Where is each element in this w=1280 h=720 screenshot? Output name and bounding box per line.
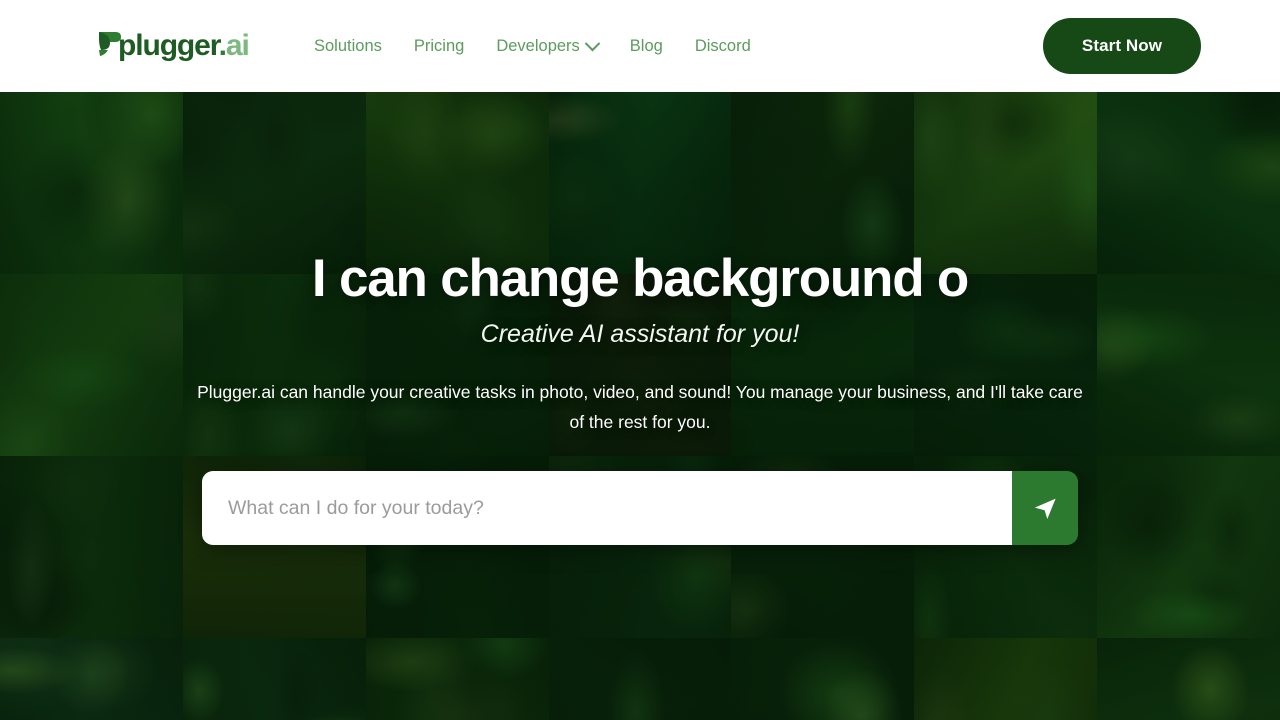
gallery-tile-art xyxy=(914,638,1098,720)
gallery-tile xyxy=(365,638,549,720)
nav-label-solutions: Solutions xyxy=(314,36,382,55)
gallery-tile-art xyxy=(0,92,183,274)
leaf-logo-icon xyxy=(96,29,122,63)
gallery-tile-art xyxy=(914,92,1098,274)
gallery-tile-art xyxy=(0,274,183,456)
hero-title: I can change background o xyxy=(311,249,969,308)
main-navigation: Solutions Pricing Developers Blog Discor… xyxy=(314,31,767,62)
gallery-tile xyxy=(182,92,366,274)
gallery-tile xyxy=(1097,274,1280,456)
nav-item-developers[interactable]: Developers xyxy=(480,31,613,62)
brand-logo-text: plugger.ai xyxy=(118,29,250,62)
send-paper-plane-icon xyxy=(1034,498,1056,519)
brand-logo[interactable]: plugger.ai xyxy=(96,24,250,68)
nav-label-blog: Blog xyxy=(629,36,663,55)
prompt-bar xyxy=(202,471,1078,546)
gallery-tile-art xyxy=(1097,638,1280,720)
gallery-tile xyxy=(548,638,732,720)
gallery-tile xyxy=(1097,92,1280,274)
gallery-tile xyxy=(731,92,915,274)
gallery-tile-art xyxy=(548,92,732,274)
gallery-tile xyxy=(914,638,1098,720)
gallery-tile-art xyxy=(182,638,366,720)
gallery-tile-art xyxy=(365,92,549,274)
nav-label-developers: Developers xyxy=(496,36,580,55)
gallery-tile-art xyxy=(1097,92,1280,274)
send-prompt-button[interactable] xyxy=(1012,471,1078,546)
chevron-down-icon xyxy=(584,35,601,51)
gallery-tile-art xyxy=(0,456,183,638)
nav-item-blog[interactable]: Blog xyxy=(614,31,679,62)
gallery-tile-art xyxy=(548,638,732,720)
nav-item-solutions[interactable]: Solutions xyxy=(314,31,398,62)
gallery-tile-art xyxy=(182,92,366,274)
gallery-tile xyxy=(1097,638,1280,720)
gallery-tile-art xyxy=(731,92,915,274)
nav-item-discord[interactable]: Discord xyxy=(679,31,767,62)
hero-description: Plugger.ai can handle your creative task… xyxy=(197,382,1083,433)
gallery-tile xyxy=(0,92,183,274)
hero-section: I can change background o Creative AI as… xyxy=(0,92,1280,720)
gallery-tile-art xyxy=(1097,456,1280,638)
gallery-tile-art xyxy=(0,638,183,720)
gallery-tile xyxy=(182,638,366,720)
gallery-tile xyxy=(365,92,549,274)
hero-subtitle: Creative AI assistant for you! xyxy=(480,320,800,349)
nav-label-pricing: Pricing xyxy=(413,36,465,55)
nav-item-pricing[interactable]: Pricing xyxy=(398,31,480,62)
gallery-tile xyxy=(731,638,915,720)
gallery-tile-art xyxy=(1097,274,1280,456)
gallery-tile-art xyxy=(731,638,915,720)
gallery-tile xyxy=(914,92,1098,274)
gallery-tile xyxy=(0,638,183,720)
gallery-tile xyxy=(548,92,732,274)
nav-label-discord: Discord xyxy=(694,36,751,55)
logo-text-ai: ai xyxy=(225,29,250,62)
logo-text-lugger: lugger xyxy=(135,29,220,62)
site-header: plugger.ai Solutions Pricing Developers … xyxy=(0,0,1280,92)
gallery-tile xyxy=(0,274,183,456)
gallery-tile-art xyxy=(365,638,549,720)
gallery-tile xyxy=(0,456,183,638)
start-now-button[interactable]: Start Now xyxy=(1043,18,1201,74)
prompt-input[interactable] xyxy=(202,471,1012,546)
logo-text-dot: . xyxy=(218,29,227,62)
gallery-tile xyxy=(1097,456,1280,638)
